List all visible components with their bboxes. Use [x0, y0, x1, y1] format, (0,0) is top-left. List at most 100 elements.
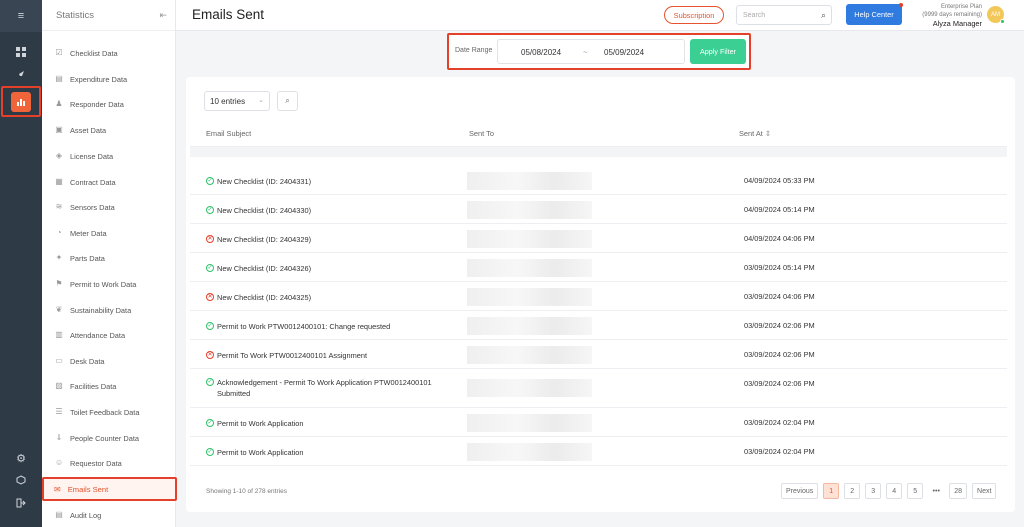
- failed-icon: ✕: [206, 351, 214, 359]
- checklist-icon: ☑: [55, 48, 63, 57]
- table-header: Email Subject Sent To Sent At ⇕: [190, 119, 1007, 147]
- responder-icon: ♟: [55, 99, 63, 108]
- sidebar-item-label: Sensors Data: [70, 202, 115, 212]
- entries-select[interactable]: 10 entries ⌄: [204, 91, 270, 111]
- collapse-icon: ≡: [17, 10, 25, 22]
- notification-dot: [899, 3, 903, 7]
- sidebar-item-label: Contract Data: [70, 177, 116, 187]
- table-row[interactable]: ✕ New Checklist (ID: 2404329) 04/09/2024 …: [190, 224, 1007, 253]
- app-rail: ≡ ⚙: [0, 0, 42, 527]
- sidebar-item-parts[interactable]: ✦ Parts Data: [42, 248, 176, 268]
- sidebar-item-attendance[interactable]: ▥ Attendance Data: [42, 325, 176, 345]
- sidebar-item-emails-sent[interactable]: ✉ Emails Sent: [42, 477, 177, 501]
- rail-toggle-button[interactable]: ≡: [0, 0, 42, 32]
- success-icon: ✓: [206, 177, 214, 185]
- page-button-5[interactable]: 5: [907, 483, 924, 499]
- sidebar-item-toilet-feedback[interactable]: ☰ Toilet Feedback Data: [42, 402, 176, 422]
- sidebar-item-asset[interactable]: ▣ Asset Data: [42, 120, 176, 140]
- search-input[interactable]: Search ⌕: [736, 5, 832, 25]
- table-row[interactable]: ✓ Permit to Work Application 03/09/2024 0…: [190, 437, 1007, 466]
- date-range-picker[interactable]: 05/08/2024 ~ 05/09/2024: [497, 39, 685, 64]
- table-row[interactable]: ✓ New Checklist (ID: 2404326) 03/09/2024 …: [190, 253, 1007, 282]
- table-search-button[interactable]: ⌕: [277, 91, 298, 111]
- sidebar-item-desk[interactable]: ▭ Desk Data: [42, 351, 176, 371]
- expenditure-icon: ▤: [55, 74, 63, 83]
- sidebar-item-sustainability[interactable]: ❦ Sustainability Data: [42, 300, 176, 320]
- page-button-1[interactable]: 1: [823, 483, 840, 499]
- failed-icon: ✕: [206, 293, 214, 301]
- table-row[interactable]: ✓ New Checklist (ID: 2404331) 04/09/2024 …: [190, 166, 1007, 195]
- showing-entries-text: Showing 1-10 of 278 entries: [206, 488, 287, 495]
- column-sent-at[interactable]: Sent At ⇕: [739, 129, 771, 138]
- sidebar-item-license[interactable]: ◈ License Data: [42, 146, 176, 166]
- rocket-icon[interactable]: [0, 64, 42, 86]
- sidebar-item-label: Toilet Feedback Data: [70, 407, 140, 417]
- permit-icon: ⚑: [55, 279, 63, 288]
- redacted-recipient: [467, 288, 592, 306]
- page-button-2[interactable]: 2: [844, 483, 861, 499]
- sidebar-item-requestor[interactable]: ☺ Requestor Data: [42, 453, 176, 473]
- table-row[interactable]: ✓ Permit to Work PTW0012400101: Change re…: [190, 311, 1007, 340]
- logout-icon[interactable]: [0, 492, 42, 514]
- page-button-4[interactable]: 4: [886, 483, 903, 499]
- column-sent-to[interactable]: Sent To: [469, 129, 494, 138]
- sidebar-item-expenditure[interactable]: ▤ Expenditure Data: [42, 69, 176, 89]
- sort-icon[interactable]: ⇕: [765, 129, 771, 138]
- failed-icon: ✕: [206, 235, 214, 243]
- date-separator: ~: [583, 48, 588, 57]
- date-range-label: Date Range: [455, 47, 493, 54]
- page-button-3[interactable]: 3: [865, 483, 882, 499]
- sidebar-item-responder[interactable]: ♟ Responder Data: [42, 94, 176, 114]
- rail-statistics-active[interactable]: [1, 86, 41, 117]
- dashboard-icon[interactable]: [0, 41, 42, 63]
- sidebar-item-facilities[interactable]: ▨ Facilities Data: [42, 376, 176, 396]
- redacted-recipient: [467, 346, 592, 364]
- sidebar-item-meter[interactable]: ◔ Meter Data: [42, 223, 176, 243]
- table-row[interactable]: ✕ New Checklist (ID: 2404325) 03/09/2024 …: [190, 282, 1007, 311]
- collapse-sidebar-icon[interactable]: ⇤: [159, 10, 167, 21]
- sidebar-item-label: Requestor Data: [70, 458, 122, 468]
- sidebar-item-checklist[interactable]: ☑ Checklist Data: [42, 43, 176, 63]
- success-icon: ✓: [206, 264, 214, 272]
- gear-icon[interactable]: ⚙: [0, 447, 42, 469]
- table-row[interactable]: ✕ Permit To Work PTW0012400101 Assignment…: [190, 340, 1007, 369]
- audit-log-icon: ▤: [55, 510, 63, 519]
- redacted-recipient: [467, 172, 592, 190]
- sidebar-item-permit[interactable]: ⚑ Permit to Work Data: [42, 274, 176, 294]
- license-icon: ◈: [55, 151, 63, 160]
- chevron-down-icon: ⌄: [258, 97, 264, 104]
- mail-icon: ✉: [54, 484, 61, 494]
- sidebar-item-sensors[interactable]: ≋ Sensors Data: [42, 197, 176, 217]
- sidebar-item-label: Checklist Data: [70, 48, 118, 58]
- help-center-button[interactable]: Help Center: [846, 4, 902, 25]
- date-range-filter: Date Range 05/08/2024 ~ 05/09/2024 Apply…: [447, 33, 751, 70]
- statistics-sidebar: Statistics ⇤ ☑ Checklist Data ▤ Expenditur…: [42, 0, 176, 527]
- pagination: Previous 1 2 3 4 5 ••• 28 Next: [781, 483, 997, 501]
- user-name: Alyza Manager: [932, 19, 982, 28]
- search-icon[interactable]: ⌕: [821, 10, 826, 21]
- page-button-28[interactable]: 28: [949, 483, 968, 499]
- subscription-button[interactable]: Subscription: [664, 6, 724, 24]
- success-icon: ✓: [206, 419, 214, 427]
- table-row[interactable]: ✓ Permit to Work Application 03/09/2024 0…: [190, 408, 1007, 437]
- apply-filter-button[interactable]: Apply Filter: [690, 39, 746, 64]
- column-email-subject[interactable]: Email Subject: [206, 129, 251, 138]
- box-icon[interactable]: [0, 469, 42, 491]
- table-row[interactable]: ✓ Acknowledgement - Permit To Work Applic…: [190, 369, 1007, 408]
- success-icon: ✓: [206, 448, 214, 456]
- sidebar-item-label: People Counter Data: [70, 433, 140, 443]
- previous-page-button[interactable]: Previous: [781, 483, 819, 499]
- sidebar-item-contract[interactable]: ▦ Contract Data: [42, 172, 176, 192]
- attendance-icon: ▥: [55, 330, 63, 339]
- next-page-button[interactable]: Next: [972, 483, 997, 499]
- sidebar-item-audit-log[interactable]: ▤ Audit Log: [42, 505, 176, 525]
- table-row[interactable]: ✓ New Checklist (ID: 2404330) 04/09/2024 …: [190, 195, 1007, 224]
- date-to-input[interactable]: 05/09/2024: [604, 48, 644, 57]
- date-from-input[interactable]: 05/08/2024: [521, 48, 561, 57]
- sidebar-item-people-counter[interactable]: ⇓ People Counter Data: [42, 428, 176, 448]
- statistics-icon: [11, 91, 31, 112]
- contract-icon: ▦: [55, 177, 63, 186]
- sidebar-item-label: Responder Data: [70, 99, 124, 109]
- sidebar-item-label: Emails Sent: [67, 484, 109, 494]
- redacted-recipient: [467, 379, 592, 397]
